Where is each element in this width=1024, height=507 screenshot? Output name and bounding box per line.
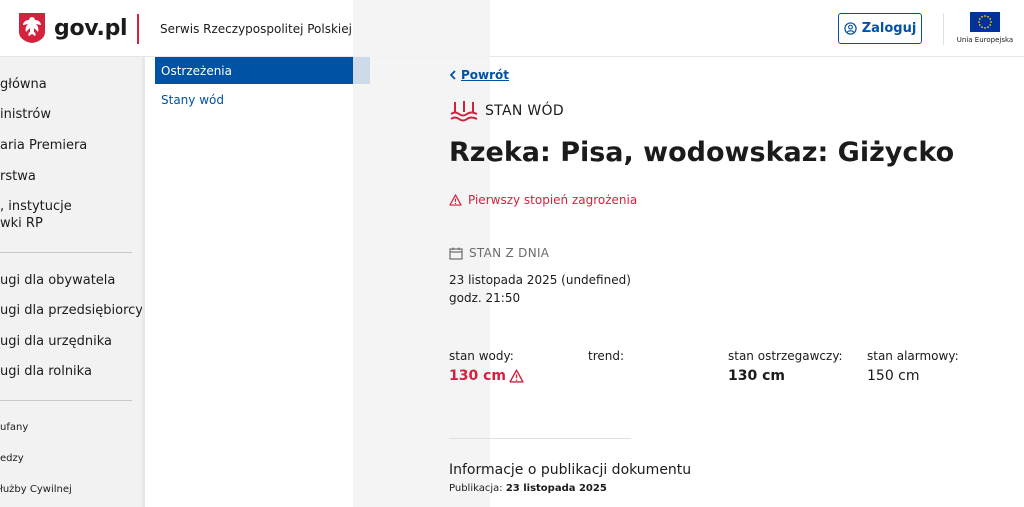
service-name[interactable]: Serwis Rzeczypospolitej Polskiej [160,22,352,36]
main-content: Powrót STAN WÓD Rzeka: Pisa, wodowskaz: … [449,0,1009,507]
menu-item[interactable]: rstwa [0,169,36,184]
main-menu: główna inistrów aria Premiera rstwa , in… [0,57,145,507]
menu-item[interactable]: ugi dla rolnika [0,364,92,379]
metric-alarm-level: stan alarmowy: 150 cm [867,349,959,384]
water-level-icon [450,101,478,122]
warning-icon [449,194,462,206]
menu-item[interactable]: , instytucje [0,199,72,214]
polish-eagle-icon [19,13,45,43]
page-title: Rzeka: Pisa, wodowskaz: Giżycko [449,137,955,168]
section-label-text: STAN WÓD [485,103,564,119]
menu-item[interactable]: wki RP [0,216,43,231]
alert-status: Pierwszy stopień zagrożenia [449,193,637,207]
alert-text: Pierwszy stopień zagrożenia [468,193,638,207]
sub-nav-ostrzezenia[interactable]: Ostrzeżenia [155,57,370,84]
menu-divider [0,252,132,253]
menu-divider [0,400,132,401]
menu-item[interactable]: łużby Cywilnej [0,484,72,495]
back-link[interactable]: Powrót [449,68,509,82]
metric-value: 130 cm [728,368,785,384]
metric-value: 130 cm [449,368,524,384]
metric-label: stan wody: [449,349,514,363]
menu-item[interactable]: ugi dla przedsiębiorcy [0,303,142,318]
menu-item[interactable]: aria Premiera [0,138,87,153]
publication-date: 23 listopada 2025 [505,483,607,494]
metric-water-level: stan wody: 130 cm [449,349,524,384]
chevron-left-icon [449,70,456,80]
publication-prefix: Publikacja: [449,483,503,494]
warning-icon [509,369,524,383]
metric-trend: trend: [588,349,624,363]
metric-value: 150 cm [867,368,920,384]
time-value: godz. 21:50 [449,291,521,305]
calendar-icon [449,247,463,260]
metric-warning-level: stan ostrzegawczy: 130 cm [728,349,843,384]
date-label: STAN Z DNIA [449,246,549,260]
publication-line: Publikacja: 23 listopada 2025 [449,483,607,494]
publication-info-title: Informacje o publikacji dokumentu [449,462,692,478]
water-value: 130 cm [449,368,506,384]
menu-item[interactable]: ufany [0,422,28,433]
metric-label: stan ostrzegawczy: [728,349,843,363]
metric-label: stan alarmowy: [867,349,959,363]
menu-item[interactable]: inistrów [0,107,51,122]
gov-logo[interactable]: gov.pl [18,12,128,44]
menu-item[interactable]: ugi dla obywatela [0,273,115,288]
menu-item[interactable]: główna [0,77,47,92]
menu-item[interactable]: edzy [0,453,24,464]
section-nav: Ostrzeżenia Stany wód [148,57,370,507]
menu-item[interactable]: ugi dla urzędnika [0,334,112,349]
date-label-text: STAN Z DNIA [469,246,550,260]
logo-text: gov.pl [54,15,128,41]
header-divider [137,14,139,44]
section-label: STAN WÓD [449,100,564,122]
back-label: Powrót [461,68,510,82]
date-value: 23 listopada 2025 (undefined) [449,273,631,287]
divider [449,438,631,439]
metric-label: trend: [588,349,625,363]
sub-nav-stany-wod[interactable]: Stany wód [155,86,370,113]
